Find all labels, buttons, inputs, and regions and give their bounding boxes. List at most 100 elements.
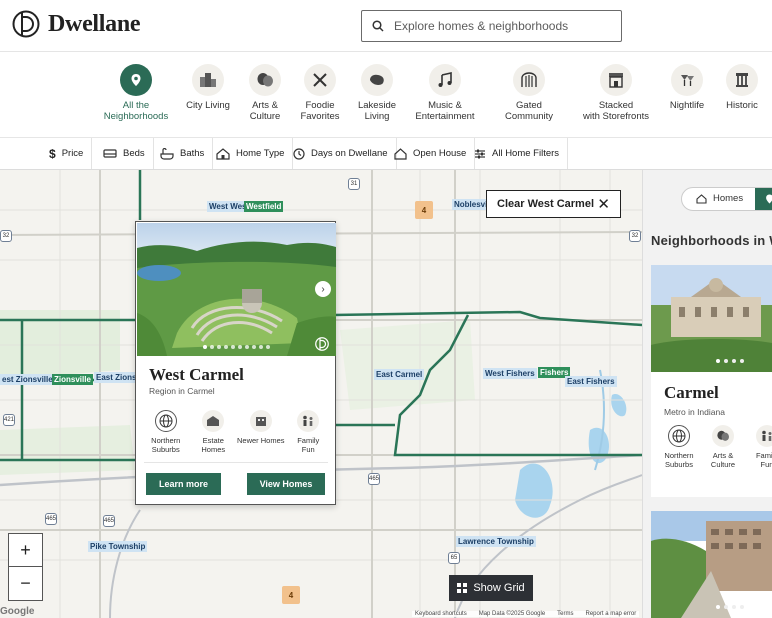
filter-label: Beds <box>123 148 145 159</box>
zoom-controls: + − <box>8 533 43 601</box>
card-tags: Northern Suburbs Arts & Culture Family F… <box>660 425 772 469</box>
filter-beds[interactable]: Beds <box>95 138 154 169</box>
card-title: Carmel <box>664 383 719 402</box>
tag-label: Newer Homes <box>237 436 285 445</box>
toggle-homes-button[interactable]: Homes <box>696 193 743 204</box>
logo-text: Dwellane <box>48 10 141 37</box>
report-map-error-link[interactable]: Report a map error <box>586 611 637 617</box>
results-panel: Homes Neighborhoods in W Carmel Metro in… <box>642 170 772 618</box>
filter-all-home-filters[interactable]: All Home Filters <box>466 138 569 169</box>
map-data-text: Map Data ©2025 Google <box>478 611 546 617</box>
open-house-icon <box>394 147 407 160</box>
view-homes-button[interactable]: View Homes <box>247 473 325 495</box>
next-photo-button[interactable]: › <box>315 281 331 297</box>
estate-icon <box>202 410 225 432</box>
tag-northern-suburbs: Northern Suburbs <box>142 410 190 454</box>
home-cluster-marker[interactable]: 4 <box>415 201 433 219</box>
highway-shield-icon: 32 <box>0 230 12 242</box>
neighborhood-card[interactable]: Carmel Metro in Indiana Northern Suburbs… <box>651 265 772 497</box>
filter-label: All Home Filters <box>492 148 560 159</box>
panel-title: Neighborhoods in W <box>651 233 772 248</box>
learn-more-button[interactable]: Learn more <box>146 473 221 495</box>
map-label-zionsville[interactable]: Zionsville <box>52 374 93 385</box>
map-pin-icon <box>766 194 772 204</box>
show-grid-button[interactable]: Show Grid <box>449 575 533 601</box>
keyboard-shortcuts-link[interactable]: Keyboard shortcuts <box>415 611 467 617</box>
map-label-lawrence-township[interactable]: Lawrence Township <box>456 536 536 547</box>
tag-label: Family Fun <box>755 451 772 469</box>
category-label: All the Neighborhoods <box>103 100 169 122</box>
tag-arts-culture: Arts & Culture <box>704 425 742 469</box>
search-icon <box>372 20 384 32</box>
filter-open-house[interactable]: Open House <box>386 138 476 169</box>
neighborhood-popup-card[interactable]: › West Carmel Region in Carmel Northern … <box>135 221 336 505</box>
bathtub-icon <box>160 147 174 160</box>
map-label-westfield[interactable]: Westfield <box>244 201 284 212</box>
tag-family-fun: Family Fun <box>748 425 772 469</box>
map-canvas[interactable]: West Wes Westfield Noblesville est Zions… <box>0 170 642 618</box>
logo[interactable]: Dwellane <box>12 10 141 38</box>
terms-link[interactable]: Terms <box>557 611 573 617</box>
card-subtitle: Metro in Indiana <box>664 407 725 417</box>
map-label-west-westfield[interactable]: West Wes <box>207 201 249 212</box>
filter-baths[interactable]: Baths <box>152 138 214 169</box>
close-icon: ✕ <box>597 196 610 213</box>
neighborhood-card[interactable] <box>651 511 772 618</box>
home-cluster-marker[interactable]: 4 <box>282 586 300 604</box>
category-historic[interactable]: Historic <box>697 64 772 111</box>
family-icon <box>756 425 772 447</box>
highway-shield-icon: 421 <box>3 414 15 426</box>
neighborhood-card-photo[interactable] <box>651 511 772 618</box>
clear-region-button[interactable]: Clear West Carmel ✕ <box>486 190 621 218</box>
filter-label: Open House <box>413 148 467 159</box>
category-music-entertainment[interactable]: Music & Entertainment <box>400 64 490 122</box>
category-gated-community[interactable]: Gated Community <box>484 64 574 122</box>
logo-watermark-icon <box>315 337 329 351</box>
map-label-east-zionsville[interactable]: East Zions <box>94 372 139 383</box>
category-label: Historic <box>726 100 758 111</box>
house-icon <box>696 193 707 204</box>
zoom-out-button[interactable]: − <box>9 567 42 600</box>
highway-shield-icon: 465 <box>45 513 57 525</box>
highway-shield-icon: 465 <box>368 473 380 485</box>
gate-icon <box>513 64 545 96</box>
neighborhood-title: West Carmel <box>149 365 244 384</box>
logo-icon <box>12 10 40 38</box>
filter-price[interactable]: $ Price <box>41 138 93 169</box>
new-building-icon <box>249 410 272 432</box>
highway-shield-icon: 65 <box>448 552 460 564</box>
sliders-icon <box>475 149 485 158</box>
map-label-east-carmel[interactable]: East Carmel <box>374 369 425 380</box>
highway-shield-icon: 31 <box>348 178 360 190</box>
category-label: Lakeside Living <box>357 100 397 122</box>
toggle-neighborhoods-button[interactable] <box>755 188 772 210</box>
category-label: Gated Community <box>504 100 554 122</box>
column-icon <box>726 64 758 96</box>
map-pin-icon <box>120 64 152 96</box>
neighborhood-subtitle: Region in Carmel <box>149 386 215 396</box>
map-label-pike-township[interactable]: Pike Township <box>88 541 148 552</box>
filter-home-type[interactable]: Home Type <box>208 138 294 169</box>
filter-days-on-dwellane[interactable]: Days on Dwellane <box>285 138 397 169</box>
zoom-in-button[interactable]: + <box>9 534 42 567</box>
map-label-east-fishers[interactable]: East Fishers <box>565 376 617 387</box>
neighborhood-photo[interactable]: › <box>137 223 336 356</box>
google-logo: Google <box>0 606 35 617</box>
music-note-icon <box>429 64 461 96</box>
category-label: Music & Entertainment <box>415 100 475 122</box>
lake-icon <box>361 64 393 96</box>
tag-newer-homes: Newer Homes <box>237 410 285 454</box>
globe-icon <box>154 410 177 432</box>
category-label: Stacked with Storefronts <box>583 100 649 122</box>
highway-shield-icon: 32 <box>629 230 641 242</box>
view-toggle: Homes <box>681 187 772 211</box>
neighborhood-card-photo[interactable] <box>651 265 772 372</box>
tag-northern-suburbs: Northern Suburbs <box>660 425 698 469</box>
tag-label: Northern Suburbs <box>664 451 694 469</box>
map-label-west-fishers[interactable]: West Fishers <box>483 368 537 379</box>
tag-label: Estate Homes <box>201 436 226 454</box>
search-input[interactable]: Explore homes & neighborhoods <box>361 10 622 42</box>
tag-label: Family Fun <box>297 436 320 454</box>
map-label-west-zionsville[interactable]: est Zionsville <box>0 374 55 385</box>
clock-icon <box>293 147 305 160</box>
